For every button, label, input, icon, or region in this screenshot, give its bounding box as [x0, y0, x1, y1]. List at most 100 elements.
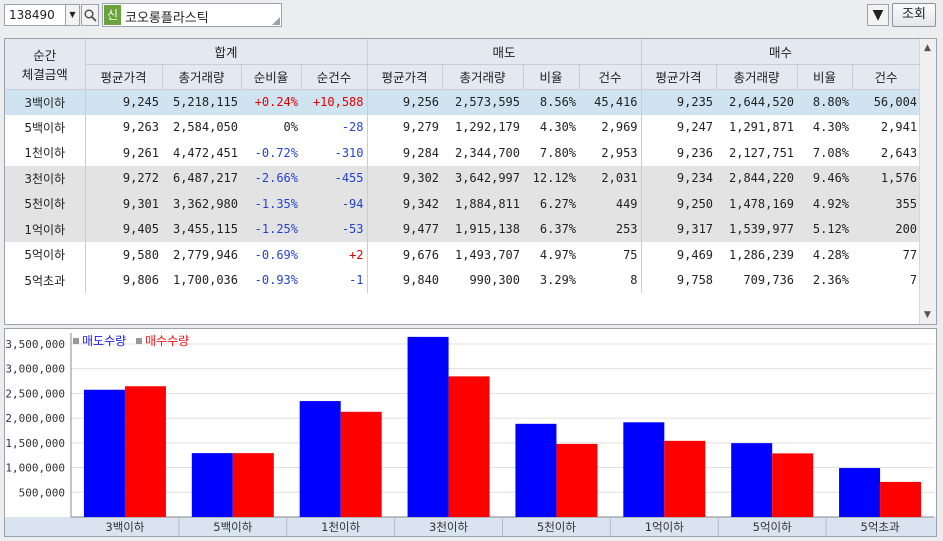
y-tick-label: 500,000 — [19, 486, 65, 499]
sell-volume-bar — [515, 423, 557, 517]
resize-grip-icon — [272, 17, 280, 25]
table-cell: -455 — [301, 165, 368, 191]
row-label: 5억이하 — [5, 242, 86, 268]
table-cell: 4.97% — [539, 247, 577, 262]
stock-type-badge: 신 — [104, 5, 121, 25]
table-row[interactable]: 5억이하 9,580 2,779,946 -0.69% +2 9,676 1,493,707… — [5, 242, 920, 268]
legend-marker-icon — [136, 338, 142, 344]
table-cell: 9.46% — [797, 165, 853, 191]
sell-volume-bar — [731, 443, 773, 517]
legend-sell-volume: 매도수량 — [82, 334, 127, 348]
scroll-up-icon[interactable]: ▲ — [924, 43, 931, 53]
search-icon — [84, 9, 97, 22]
table-cell: 2,643 — [880, 145, 918, 160]
table-cell: 1,915,138 — [442, 216, 524, 242]
y-tick-label: 1,000,000 — [5, 462, 65, 475]
table-cell: 990,300 — [469, 273, 521, 288]
table-row[interactable]: 3천이하 9,272 6,487,217 -2.66% -455 9,302 3,642,9… — [5, 165, 921, 191]
table-cell: 1,291,871 — [729, 120, 795, 135]
table-cell: 3.29% — [539, 273, 577, 288]
x-tick-label: 5천이하 — [537, 520, 576, 534]
sell-volume-bar — [83, 389, 125, 517]
stock-name: 코오롱플라스틱 — [125, 11, 209, 26]
sell-volume-bar — [191, 453, 233, 517]
y-tick-label: 1,500,000 — [5, 437, 65, 450]
column-header[interactable]: 순건수 — [301, 64, 368, 90]
table-cell: -0.72% — [254, 145, 298, 160]
row-label: 1천이하 — [5, 140, 86, 166]
volume-bar-chart: 500,000 1,000,000 1,500,000 2,000,000 2,500,… — [4, 328, 937, 537]
table-cell: 7.80% — [539, 145, 577, 160]
table-cell: 1,286,239 — [729, 247, 795, 262]
sell-volume-bar — [623, 422, 665, 517]
table-cell: 77 — [902, 247, 918, 262]
table-cell: 4.30% — [812, 120, 850, 135]
query-button[interactable]: 조회 — [892, 3, 936, 27]
buy-volume-bar — [880, 481, 922, 517]
column-header[interactable]: 순비율 — [241, 64, 302, 90]
table-cell: 253 — [579, 216, 642, 242]
scroll-down-icon[interactable]: ▼ — [924, 310, 931, 320]
x-tick-label: 5백이하 — [213, 520, 252, 534]
table-cell: 9,250 — [641, 191, 717, 217]
table-cell: -53 — [301, 216, 368, 242]
code-dropdown-button[interactable]: ▼ — [66, 4, 80, 26]
column-header[interactable]: 건수 — [579, 64, 642, 90]
table-cell: 9,256 — [367, 89, 443, 115]
table-cell: 2.36% — [812, 273, 850, 288]
buy-volume-bar — [556, 443, 598, 517]
column-header[interactable]: 건수 — [852, 64, 921, 90]
table-cell: 9,840 — [402, 273, 440, 288]
buy-volume-bar — [124, 386, 166, 517]
table-cell: -94 — [301, 191, 368, 217]
table-row[interactable]: 5억초과 9,806 1,700,036 -0.93% -1 9,840 990,300 3.… — [5, 267, 920, 293]
chevron-down-icon: ▼ — [69, 10, 76, 19]
table-cell: 3,455,115 — [162, 216, 241, 242]
search-button[interactable] — [81, 4, 99, 26]
table-cell: 1,493,707 — [454, 247, 521, 262]
header-execution-amount: 순간 체결금액 — [5, 39, 86, 90]
vertical-scrollbar[interactable]: ▲ ▼ — [919, 39, 936, 324]
column-header[interactable]: 총거래량 — [442, 64, 524, 90]
table-cell: 9,580 — [122, 247, 159, 262]
sell-volume-bar — [839, 468, 881, 517]
table-cell: 9,342 — [367, 191, 443, 217]
table-cell: 3,362,980 — [162, 191, 241, 217]
table-cell: 5.12% — [797, 216, 853, 242]
table-cell: 9,806 — [122, 273, 159, 288]
stock-name-field[interactable]: 신 코오롱플라스틱 — [102, 3, 282, 27]
table-cell: 6,487,217 — [162, 165, 241, 191]
column-header[interactable]: 평균가격 — [85, 64, 163, 90]
column-header[interactable]: 비율 — [797, 64, 853, 90]
group-header-total: 합계 — [85, 39, 368, 65]
x-axis-band — [5, 517, 936, 536]
table-cell: -2.66% — [241, 165, 301, 191]
column-header[interactable]: 평균가격 — [367, 64, 443, 90]
table-cell: 449 — [579, 191, 642, 217]
x-tick-label: 1억이하 — [645, 520, 684, 534]
table-cell: 9,245 — [85, 89, 162, 115]
table-row[interactable]: 5백이하 9,263 2,584,050 0% -28 9,279 1,292,179 4.3… — [5, 114, 920, 140]
table-cell: 9,261 — [122, 145, 159, 160]
column-header[interactable]: 총거래량 — [716, 64, 798, 90]
table-cell: 2,941 — [880, 120, 918, 135]
table-cell: -1 — [301, 267, 368, 293]
column-header[interactable]: 비율 — [523, 64, 580, 90]
table-cell: 9,279 — [402, 120, 440, 135]
table-cell: 7.08% — [812, 145, 850, 160]
sell-volume-bar — [299, 401, 341, 517]
stock-code-input[interactable]: 138490 — [4, 4, 66, 26]
legend-marker-icon — [73, 338, 79, 344]
table-row[interactable]: 1억이하 9,405 3,455,115 -1.25% -53 9,477 1,915,13… — [5, 216, 921, 242]
table-cell: 1,576 — [852, 165, 921, 191]
table-row[interactable]: 5천이하 9,301 3,362,980 -1.35% -94 9,342 1,884,81… — [5, 191, 921, 217]
column-header[interactable]: 평균가격 — [641, 64, 717, 90]
column-header[interactable]: 총거래량 — [162, 64, 242, 90]
options-dropdown-button[interactable]: ▼ — [867, 4, 889, 26]
table-cell: 4.92% — [797, 191, 853, 217]
table-row[interactable]: 1천이하 9,261 4,472,451 -0.72% -310 9,284 2,344,7… — [5, 140, 920, 166]
triangle-down-icon: ▼ — [872, 7, 884, 23]
table-cell: 12.12% — [523, 165, 580, 191]
table-row[interactable]: 3백이하 9,245 5,218,115 +0.24% +10,588 9,256 2,57… — [5, 89, 921, 115]
row-label: 5천이하 — [5, 191, 86, 217]
